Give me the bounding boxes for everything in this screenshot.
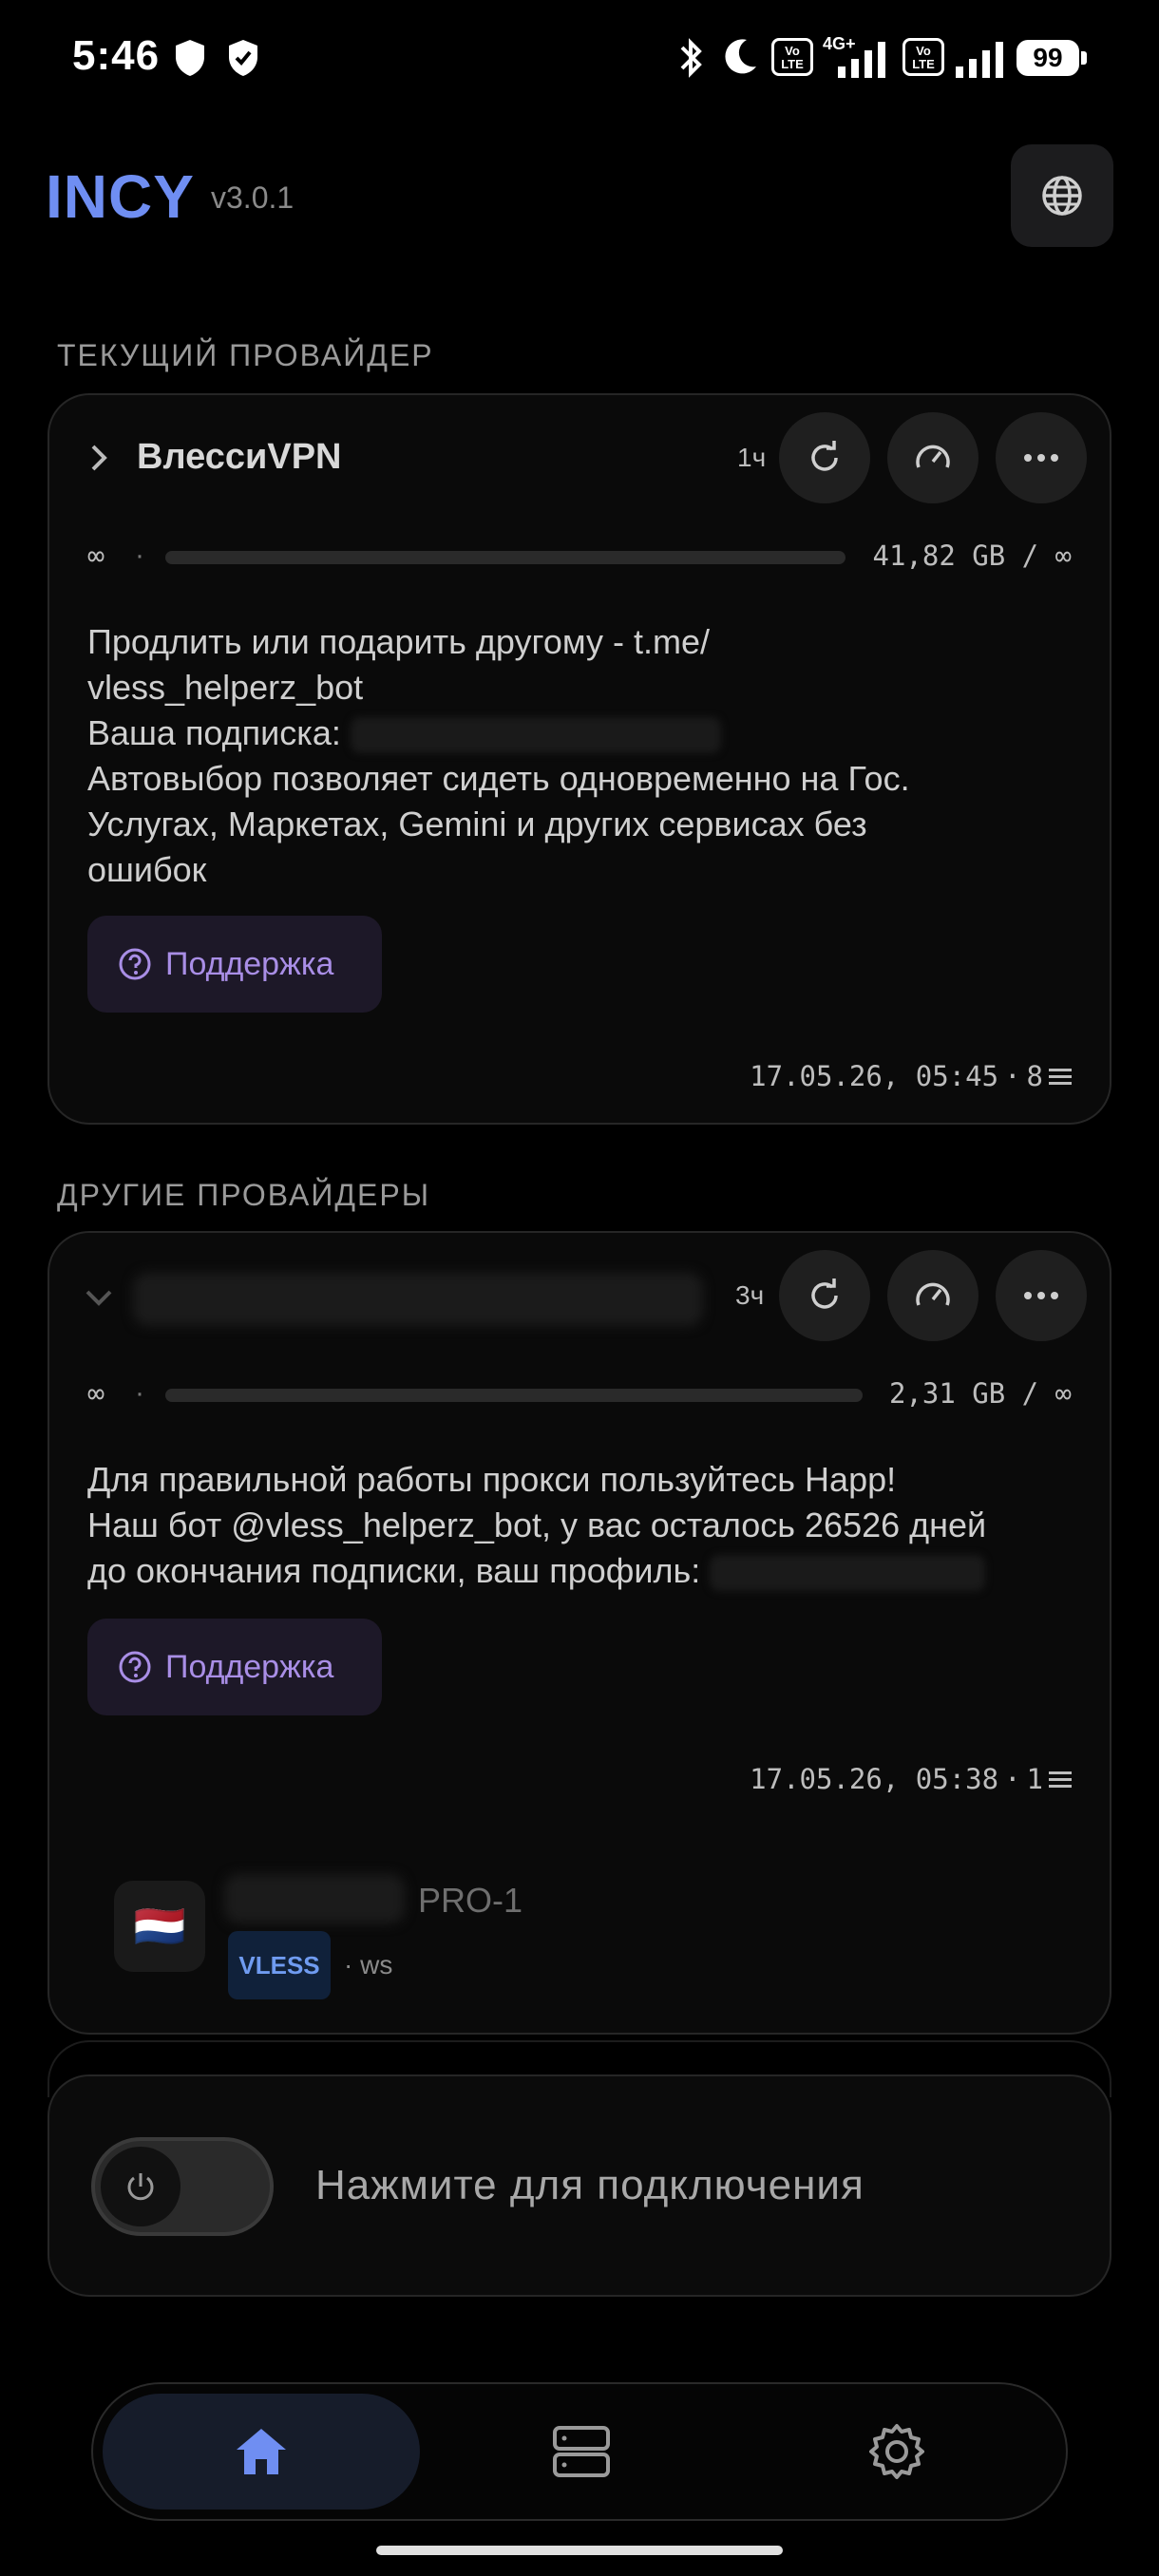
provider-age: 3ч — [735, 1280, 765, 1310]
toggle-knob — [101, 2147, 180, 2226]
current-provider-heading: ТЕКУЩИЙ ПРОВАЙДЕР — [57, 338, 434, 372]
connect-panel: Нажмите для подключения — [48, 2074, 1112, 2297]
redacted-text — [350, 717, 721, 754]
redacted-server-name — [224, 1874, 405, 1923]
list-icon — [1049, 1771, 1072, 1788]
bottom-navigation — [91, 2382, 1068, 2521]
server-count: 8 — [1026, 1060, 1043, 1092]
connect-toggle[interactable] — [91, 2137, 274, 2236]
traffic-limit: ∞ — [87, 1377, 105, 1411]
provider-description: Для правильной работы прокси пользуйтесь… — [87, 1457, 1085, 1594]
moon-icon — [725, 39, 756, 74]
desc-line: vless_helperz_bot — [87, 668, 364, 707]
power-icon — [127, 2173, 154, 2201]
bluetooth-icon — [680, 38, 702, 78]
speedometer-icon — [916, 445, 950, 468]
protocol-badge: VLESS — [228, 1931, 331, 1999]
language-button[interactable] — [1011, 144, 1113, 247]
refresh-icon — [811, 441, 838, 471]
refresh-button[interactable] — [779, 1250, 870, 1341]
traffic-progress-bar — [165, 1389, 863, 1402]
separator-dot: · — [135, 1377, 144, 1409]
signal-icon — [838, 42, 885, 78]
more-icon — [1024, 454, 1058, 462]
app-version: v3.0.1 — [211, 180, 294, 215]
help-circle-icon — [119, 1651, 151, 1683]
provider-description: Продлить или подарить другому - t.me/ vl… — [87, 619, 1085, 893]
traffic-limit: ∞ — [87, 540, 105, 573]
updated-time: 17.05.26, 05:45 — [750, 1060, 999, 1092]
signal-icon-2 — [956, 42, 1003, 78]
support-button[interactable]: Поддержка — [87, 916, 382, 1013]
support-label: Поддержка — [165, 945, 334, 982]
connect-label[interactable]: Нажмите для подключения — [315, 2162, 864, 2209]
gear-icon — [869, 2424, 924, 2479]
desc-line: ошибок — [87, 850, 207, 889]
desc-line: Наш бот @vless_helperz_bot, у вас остало… — [87, 1506, 987, 1544]
volte-icon: Vo LTE — [771, 38, 813, 76]
server-name: PRO-1 — [418, 1881, 523, 1920]
traffic-usage: 2,31 GB / ∞ — [888, 1377, 1072, 1410]
shield-check-icon — [229, 40, 257, 76]
volte-icon-2: Vo LTE — [902, 38, 944, 76]
support-button[interactable]: Поддержка — [87, 1619, 382, 1715]
nav-servers[interactable] — [486, 2394, 676, 2510]
provider-age: 1ч — [737, 443, 767, 472]
servers-icon — [553, 2426, 610, 2477]
nav-home[interactable] — [103, 2394, 420, 2510]
transport-label: · ws — [344, 1950, 393, 1979]
nav-settings[interactable] — [802, 2394, 992, 2510]
help-circle-icon — [119, 948, 151, 980]
other-providers-heading: ДРУГИЕ ПРОВАЙДЕРЫ — [57, 1178, 431, 1212]
traffic-usage: 41,82 GB / ∞ — [872, 540, 1072, 572]
status-bar: 5:46 Vo LTE 4G+ Vo LTE 99 — [0, 0, 1159, 114]
more-button[interactable] — [996, 1250, 1087, 1341]
updated-time: 17.05.26, 05:38 — [750, 1763, 999, 1795]
refresh-button[interactable] — [779, 412, 870, 503]
status-time: 5:46 — [72, 32, 161, 79]
desc-line: Продлить или подарить другому - t.me/ — [87, 622, 710, 661]
support-label: Поддержка — [165, 1648, 334, 1685]
flag-icon: 🇳🇱 — [114, 1881, 205, 1972]
provider-name[interactable]: ВлессиVPN — [137, 437, 341, 478]
speedtest-button[interactable] — [887, 1250, 978, 1341]
home-icon — [237, 2429, 286, 2474]
desc-line: Ваша подписка: — [87, 710, 1085, 756]
traffic-progress-bar — [165, 551, 846, 564]
desc-line: до окончания подписки, ваш профиль: — [87, 1548, 1085, 1594]
redacted-provider-name — [133, 1273, 703, 1326]
server-item[interactable]: 🇳🇱 PRO-1 VLESS · ws — [66, 1819, 1016, 1999]
desc-line: Услугах, Маркетах, Gemini и других серви… — [87, 805, 867, 843]
provider-updated-meta: 17.05.26, 05:45 · 8 — [750, 1060, 1072, 1092]
more-icon — [1024, 1292, 1058, 1299]
current-provider-card: ВлессиVPN 1ч ∞ · 41,82 GB / ∞ Продлить и… — [48, 393, 1112, 1125]
refresh-icon — [811, 1279, 838, 1309]
home-indicator[interactable] — [376, 2546, 783, 2555]
chevron-right-icon[interactable] — [87, 443, 110, 473]
desc-line: Автовыбор позволяет сидеть одновременно … — [87, 759, 910, 798]
app-title: INCY — [46, 162, 195, 231]
desc-line: Для правильной работы прокси пользуйтесь… — [87, 1460, 897, 1499]
battery-icon: 99 — [1016, 40, 1087, 76]
list-icon — [1049, 1069, 1072, 1085]
redacted-text — [710, 1555, 986, 1592]
provider-updated-meta: 17.05.26, 05:38 · 1 — [750, 1763, 1072, 1795]
speedometer-icon — [916, 1282, 950, 1306]
more-button[interactable] — [996, 412, 1087, 503]
globe-icon — [1042, 176, 1082, 216]
speedtest-button[interactable] — [887, 412, 978, 503]
chevron-down-icon[interactable] — [84, 1286, 114, 1309]
separator-dot: · — [135, 540, 144, 571]
server-count: 1 — [1026, 1763, 1043, 1795]
shield-icon — [176, 40, 204, 76]
